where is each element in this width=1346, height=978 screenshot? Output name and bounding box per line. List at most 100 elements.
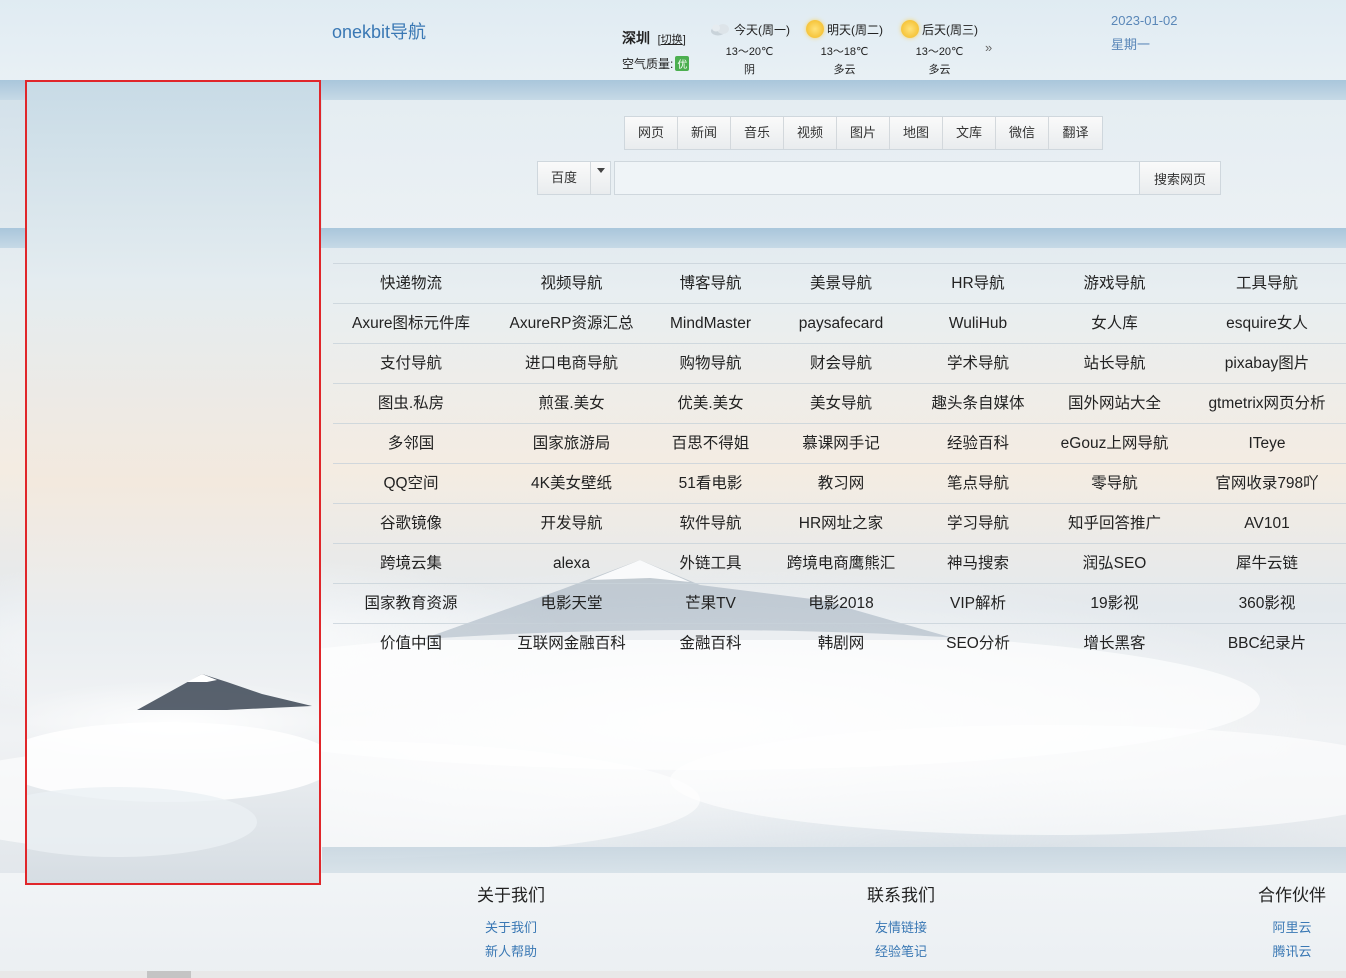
nav-link[interactable]: 游戏导航 — [1041, 264, 1188, 303]
nav-link[interactable]: 润弘SEO — [1041, 544, 1188, 583]
nav-link[interactable]: 犀牛云链 — [1188, 544, 1346, 583]
footer-link-friend-links[interactable]: 友情链接 — [841, 916, 961, 940]
nav-link[interactable]: 韩剧网 — [767, 624, 915, 663]
nav-link[interactable]: 工具导航 — [1188, 264, 1346, 303]
nav-link[interactable]: QQ空间 — [333, 464, 489, 503]
nav-link[interactable]: 购物导航 — [654, 344, 767, 383]
nav-link[interactable]: 国家旅游局 — [489, 424, 654, 463]
tab-library[interactable]: 文库 — [943, 117, 996, 149]
tab-images[interactable]: 图片 — [837, 117, 890, 149]
nav-link[interactable]: 电影2018 — [767, 584, 915, 623]
nav-link[interactable]: 跨境电商鹰熊汇 — [767, 544, 915, 583]
nav-link[interactable]: 开发导航 — [489, 504, 654, 543]
nav-link[interactable]: paysafecard — [767, 304, 915, 343]
footer-link-aliyun[interactable]: 阿里云 — [1232, 916, 1346, 940]
forecast-today-desc: 阴 — [744, 64, 755, 76]
bottom-divider-bar — [322, 847, 1346, 873]
nav-link[interactable]: 站长导航 — [1041, 344, 1188, 383]
nav-link[interactable]: 外链工具 — [654, 544, 767, 583]
nav-link[interactable]: 快递物流 — [333, 264, 489, 303]
nav-link[interactable]: 支付导航 — [333, 344, 489, 383]
nav-link[interactable]: 趣头条自媒体 — [915, 384, 1041, 423]
nav-link[interactable]: 国外网站大全 — [1041, 384, 1188, 423]
nav-link[interactable]: 多邻国 — [333, 424, 489, 463]
tab-wechat[interactable]: 微信 — [996, 117, 1049, 149]
nav-link[interactable]: AV101 — [1188, 504, 1346, 543]
search-engine-select[interactable]: 百度 — [537, 161, 611, 195]
nav-link[interactable]: 电影天堂 — [489, 584, 654, 623]
nav-link[interactable]: 女人库 — [1041, 304, 1188, 343]
nav-link[interactable]: alexa — [489, 544, 654, 583]
nav-link[interactable]: 学术导航 — [915, 344, 1041, 383]
nav-link[interactable]: HR网址之家 — [767, 504, 915, 543]
nav-link[interactable]: 知乎回答推广 — [1041, 504, 1188, 543]
chevron-down-icon[interactable] — [590, 162, 610, 194]
nav-link[interactable]: 360影视 — [1188, 584, 1346, 623]
footer-link-notes[interactable]: 经验笔记 — [841, 940, 961, 964]
nav-link[interactable]: eGouz上网导航 — [1041, 424, 1188, 463]
nav-link[interactable]: 51看电影 — [654, 464, 767, 503]
nav-link[interactable]: 金融百科 — [654, 624, 767, 663]
forecast-more-icon[interactable]: » — [985, 40, 992, 55]
forecast-today: 今天(周一) 13～20℃ 阴 — [702, 18, 797, 77]
forecast-tomorrow: 明天(周二) 13～18℃ 多云 — [797, 18, 892, 77]
nav-link[interactable]: AxureRP资源汇总 — [489, 304, 654, 343]
footer-link-tencent-cloud[interactable]: 腾讯云 — [1232, 940, 1346, 964]
search-input[interactable] — [614, 161, 1140, 195]
nav-link[interactable]: 美女导航 — [767, 384, 915, 423]
tab-news[interactable]: 新闻 — [678, 117, 731, 149]
nav-link[interactable]: pixabay图片 — [1188, 344, 1346, 383]
nav-link[interactable]: 零导航 — [1041, 464, 1188, 503]
nav-link[interactable]: 财会导航 — [767, 344, 915, 383]
nav-link[interactable]: 国家教育资源 — [333, 584, 489, 623]
search-button[interactable]: 搜索网页 — [1139, 161, 1221, 195]
nav-link[interactable]: 学习导航 — [915, 504, 1041, 543]
nav-link[interactable]: 百思不得姐 — [654, 424, 767, 463]
nav-link[interactable]: ITeye — [1188, 424, 1346, 463]
tab-maps[interactable]: 地图 — [890, 117, 943, 149]
nav-link[interactable]: 博客导航 — [654, 264, 767, 303]
links-row: Axure图标元件库 AxureRP资源汇总 MindMaster paysafeca… — [333, 303, 1346, 343]
nav-link[interactable]: HR导航 — [915, 264, 1041, 303]
tab-music[interactable]: 音乐 — [731, 117, 784, 149]
nav-link[interactable]: esquire女人 — [1188, 304, 1346, 343]
nav-link[interactable]: 经验百科 — [915, 424, 1041, 463]
tab-video[interactable]: 视频 — [784, 117, 837, 149]
nav-link[interactable]: 官网收录798吖 — [1188, 464, 1346, 503]
nav-link[interactable]: 4K美女壁纸 — [489, 464, 654, 503]
nav-link[interactable]: 增长黑客 — [1041, 624, 1188, 663]
nav-link[interactable]: 软件导航 — [654, 504, 767, 543]
nav-link[interactable]: 慕课网手记 — [767, 424, 915, 463]
scrollbar-thumb[interactable] — [147, 971, 191, 978]
nav-link[interactable]: 芒果TV — [654, 584, 767, 623]
nav-link[interactable]: gtmetrix网页分析 — [1188, 384, 1346, 423]
nav-link[interactable]: 价值中国 — [333, 624, 489, 663]
nav-link[interactable]: 教习网 — [767, 464, 915, 503]
nav-link[interactable]: 进口电商导航 — [489, 344, 654, 383]
tab-translate[interactable]: 翻译 — [1049, 117, 1102, 149]
nav-link[interactable]: 19影视 — [1041, 584, 1188, 623]
city-switch-link[interactable]: 切换 — [661, 34, 683, 46]
nav-link[interactable]: 视频导航 — [489, 264, 654, 303]
nav-link[interactable]: MindMaster — [654, 304, 767, 343]
nav-link[interactable]: 图虫.私房 — [333, 384, 489, 423]
nav-link[interactable]: WuliHub — [915, 304, 1041, 343]
footer-link-help[interactable]: 新人帮助 — [451, 940, 571, 964]
nav-link[interactable]: 美景导航 — [767, 264, 915, 303]
footer-link-about-us[interactable]: 关于我们 — [451, 916, 571, 940]
horizontal-scrollbar[interactable] — [0, 971, 1346, 978]
site-logo[interactable]: onekbit导航 — [332, 18, 426, 44]
nav-link[interactable]: 优美.美女 — [654, 384, 767, 423]
nav-link[interactable]: BBC纪录片 — [1188, 624, 1346, 663]
nav-link[interactable]: 笔点导航 — [915, 464, 1041, 503]
search-engine-label: 百度 — [550, 170, 577, 185]
nav-link[interactable]: Axure图标元件库 — [333, 304, 489, 343]
tab-web[interactable]: 网页 — [625, 117, 678, 149]
nav-link[interactable]: SEO分析 — [915, 624, 1041, 663]
nav-link[interactable]: 跨境云集 — [333, 544, 489, 583]
nav-link[interactable]: 神马搜索 — [915, 544, 1041, 583]
nav-link[interactable]: 互联网金融百科 — [489, 624, 654, 663]
nav-link[interactable]: 谷歌镜像 — [333, 504, 489, 543]
nav-link[interactable]: 煎蛋.美女 — [489, 384, 654, 423]
nav-link[interactable]: VIP解析 — [915, 584, 1041, 623]
